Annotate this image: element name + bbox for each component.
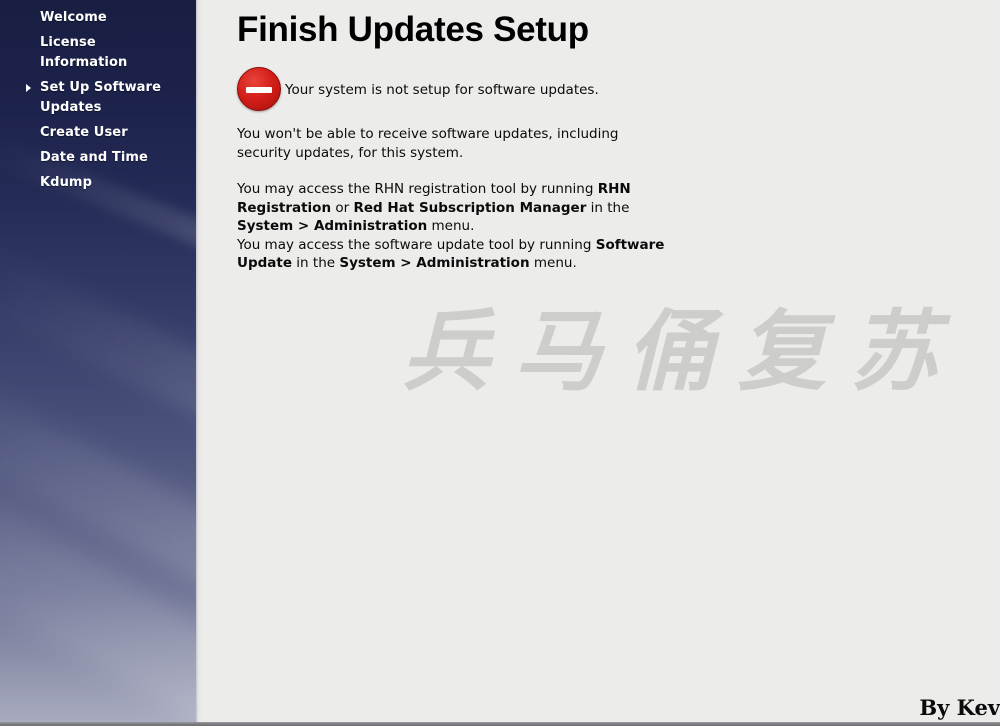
- sidebar-light-streak: [0, 240, 196, 480]
- main-content: 兵马俑复苏 Finish Updates Setup Your system i…: [202, 0, 1000, 722]
- firstboot-window: Welcome License Information Set Up Softw…: [0, 0, 1000, 726]
- text-segment: You may access the software update tool …: [237, 236, 596, 253]
- window-bottom-border: [0, 722, 1000, 726]
- sidebar-item-date-and-time[interactable]: Date and Time: [0, 148, 196, 168]
- sidebar-item-label: Create User: [40, 125, 128, 140]
- sidebar-light-streak: [0, 373, 196, 637]
- text-segment: in the: [292, 255, 340, 271]
- paragraph-rhn-registration: You may access the RHN registration tool…: [237, 180, 667, 236]
- watermark-text: 兵马俑复苏: [402, 299, 963, 403]
- sidebar-item-label: Set Up Software Updates: [40, 80, 161, 115]
- sidebar-item-label: Kdump: [40, 175, 92, 190]
- paragraph-no-updates: You won't be able to receive software up…: [237, 126, 619, 161]
- status-message: Your system is not setup for software up…: [285, 82, 599, 98]
- text-segment: menu.: [427, 218, 475, 234]
- text-segment: You may access the RHN registration tool…: [237, 181, 598, 197]
- sidebar-item-license-information[interactable]: License Information: [0, 33, 196, 73]
- text-segment: in the: [586, 199, 630, 216]
- sidebar-item-label: Welcome: [40, 10, 107, 25]
- sidebar-item-label: Date and Time: [40, 150, 148, 165]
- sidebar-item-welcome[interactable]: Welcome: [0, 8, 196, 28]
- text-bold-red-hat-subscription-manager: Red Hat Subscription Manager: [353, 199, 587, 216]
- sidebar-item-set-up-software-updates[interactable]: Set Up Software Updates: [0, 78, 196, 118]
- text-segment: menu.: [529, 255, 577, 271]
- error-stop-icon: [237, 67, 281, 111]
- active-arrow-icon: [26, 84, 31, 92]
- sidebar-item-label: License Information: [40, 35, 128, 70]
- text-segment: or: [331, 199, 354, 216]
- sidebar-nav: Welcome License Information Set Up Softw…: [0, 0, 196, 193]
- text-bold-system-administration: System > Administration: [339, 255, 530, 271]
- sidebar-item-create-user[interactable]: Create User: [0, 123, 196, 143]
- page-title: Finish Updates Setup: [237, 10, 589, 49]
- sidebar-light-streak: [0, 473, 196, 722]
- text-bold-system-administration: System > Administration: [237, 218, 428, 234]
- sidebar-item-kdump[interactable]: Kdump: [0, 173, 196, 193]
- sidebar-separator: [196, 0, 202, 722]
- paragraph-software-update: You may access the software update tool …: [237, 236, 667, 273]
- status-row: Your system is not setup for software up…: [237, 67, 1000, 111]
- content-column: Finish Updates Setup Your system is not …: [202, 0, 1000, 273]
- sidebar: Welcome License Information Set Up Softw…: [0, 0, 196, 722]
- signature-text: By Kevi: [919, 695, 1000, 720]
